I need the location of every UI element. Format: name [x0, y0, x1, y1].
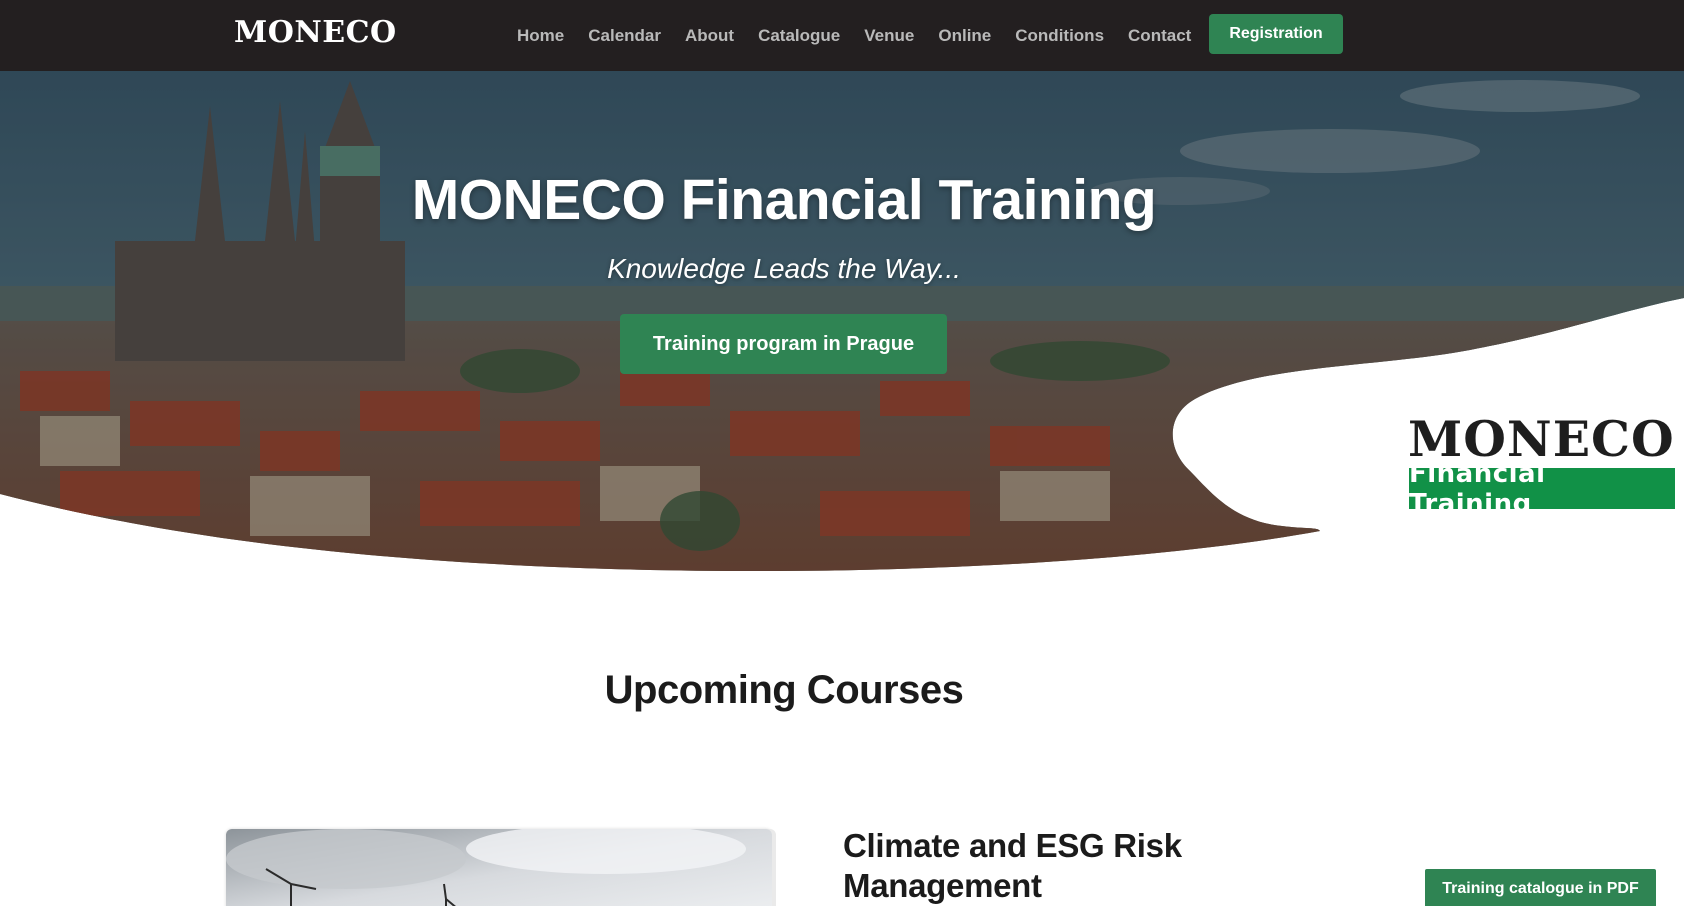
hero-subtitle: Knowledge Leads the Way...: [607, 253, 961, 284]
nav-link-contact[interactable]: Contact: [1116, 26, 1203, 46]
registration-button[interactable]: Registration: [1209, 14, 1343, 54]
nav-link-about[interactable]: About: [673, 26, 746, 46]
course-title[interactable]: Climate and ESG Risk Management: [843, 826, 1283, 906]
top-navbar: MONECO Home Calendar About Catalogue Ven…: [0, 0, 1684, 71]
nav-link-home[interactable]: Home: [505, 26, 576, 46]
course-card-image[interactable]: [226, 829, 772, 906]
hero-title: MONECO Financial Training: [411, 168, 1157, 232]
brand-logo[interactable]: MONECO: [234, 15, 397, 50]
upcoming-courses-heading: Upcoming Courses: [604, 668, 964, 712]
training-catalogue-pdf-button[interactable]: Training catalogue in PDF: [1425, 869, 1656, 906]
nav-link-catalogue[interactable]: Catalogue: [746, 26, 852, 46]
moneco-logo-tagline: Financial Training: [1409, 459, 1675, 519]
nav-link-venue[interactable]: Venue: [852, 26, 926, 46]
nav-link-calendar[interactable]: Calendar: [576, 26, 673, 46]
training-program-button[interactable]: Training program in Prague: [620, 314, 947, 374]
wind-turbine-image: [226, 829, 772, 906]
nav-link-online[interactable]: Online: [926, 26, 1003, 46]
nav-links: Home Calendar About Catalogue Venue Onli…: [505, 0, 1203, 71]
nav-link-conditions[interactable]: Conditions: [1003, 26, 1116, 46]
